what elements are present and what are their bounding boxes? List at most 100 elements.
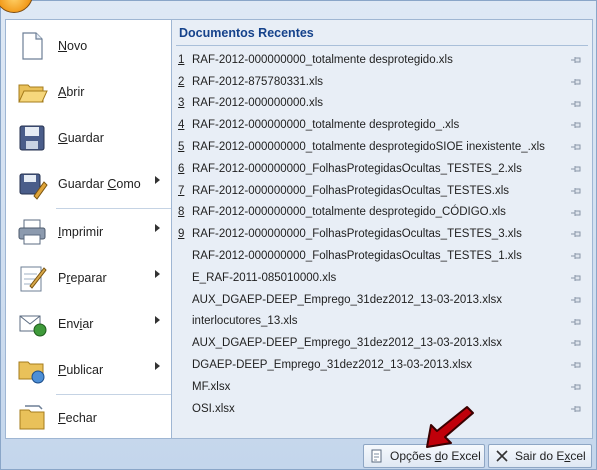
pin-icon[interactable] bbox=[570, 317, 582, 327]
menu-label-publicar: Publicar bbox=[58, 363, 104, 377]
recent-item-filename: RAF-2012-000000000_totalmente desprotegi… bbox=[192, 53, 453, 66]
menu-separator bbox=[56, 208, 172, 209]
recent-document-item[interactable]: RAF-2012-000000000_FolhasProtegidasOcult… bbox=[172, 245, 592, 267]
recent-item-number: 1 bbox=[178, 53, 185, 66]
send-icon bbox=[19, 315, 47, 337]
recent-title-divider bbox=[176, 45, 588, 46]
recent-document-item[interactable]: 2 RAF-2012-875780331.xls bbox=[172, 71, 592, 93]
recent-item-number: 5 bbox=[178, 141, 185, 154]
recent-document-item[interactable]: DGAEP-DEEP_Emprego_31dez2012_13-03-2013.… bbox=[172, 354, 592, 376]
recent-item-filename: RAF-2012-875780331.xls bbox=[192, 75, 324, 88]
exit-excel-label: Sair do Excel bbox=[515, 449, 586, 463]
menu-label-novo: Novo bbox=[58, 39, 88, 53]
save-disk-icon bbox=[19, 125, 45, 151]
exit-excel-button[interactable]: Sair do Excel bbox=[488, 444, 592, 468]
recent-item-number: 9 bbox=[178, 228, 185, 241]
pin-icon[interactable] bbox=[570, 229, 582, 239]
pin-icon[interactable] bbox=[570, 382, 582, 392]
recent-item-number: 4 bbox=[178, 119, 185, 132]
menu-item-guardar-como[interactable]: Guardar Como bbox=[6, 162, 172, 206]
recent-item-filename: RAF-2012-000000000.xls bbox=[192, 97, 324, 110]
excel-options-label: Opções do Excel bbox=[390, 449, 481, 463]
prepare-icon bbox=[20, 266, 47, 292]
office-button-orb[interactable] bbox=[0, 0, 33, 13]
submenu-arrow-icon bbox=[155, 316, 160, 324]
menu-label-imprimir: Imprimir bbox=[58, 225, 104, 239]
recent-item-filename: RAF-2012-000000000_FolhasProtegidasOcult… bbox=[192, 184, 510, 197]
recent-item-filename: AUX_DGAEP-DEEP_Emprego_31dez2012_13-03-2… bbox=[192, 293, 503, 306]
recent-document-item[interactable]: MF.xlsx bbox=[172, 376, 592, 398]
recent-document-item[interactable]: 1 RAF-2012-000000000_totalmente desproteg… bbox=[172, 49, 592, 71]
recent-item-filename: E_RAF-2011-085010000.xls bbox=[192, 271, 337, 284]
recent-item-number: 8 bbox=[178, 206, 185, 219]
menu-label-guardar-como: Guardar Como bbox=[58, 177, 141, 191]
menu-item-imprimir[interactable]: Imprimir bbox=[6, 210, 172, 254]
recent-document-item[interactable]: OSI.xlsx bbox=[172, 398, 592, 420]
submenu-arrow-icon bbox=[155, 224, 160, 232]
recent-item-number: 3 bbox=[178, 97, 185, 110]
recent-item-filename: MF.xlsx bbox=[192, 380, 231, 393]
save-as-icon bbox=[19, 173, 48, 200]
recent-document-item[interactable]: 4 RAF-2012-000000000_totalmente desproteg… bbox=[172, 114, 592, 136]
recent-item-filename: interlocutores_13.xls bbox=[192, 315, 298, 328]
menu-item-preparar[interactable]: Preparar bbox=[6, 256, 172, 300]
pin-icon[interactable] bbox=[570, 208, 582, 218]
recent-document-item[interactable]: 5 RAF-2012-000000000_totalmente desproteg… bbox=[172, 136, 592, 158]
options-document-icon bbox=[371, 449, 382, 463]
pin-icon[interactable] bbox=[570, 404, 582, 414]
excel-options-button[interactable]: Opções do Excel bbox=[363, 444, 485, 468]
recent-item-filename: RAF-2012-000000000_totalmente desprotegi… bbox=[192, 206, 506, 219]
recent-item-filename: RAF-2012-000000000_totalmente desprotegi… bbox=[192, 141, 545, 154]
menu-item-novo[interactable]: Novo bbox=[6, 24, 172, 68]
menu-item-enviar[interactable]: Enviar bbox=[6, 302, 172, 346]
recent-document-item[interactable]: 9 RAF-2012-000000000_FolhasProtegidasOcul… bbox=[172, 223, 592, 245]
pin-icon[interactable] bbox=[570, 55, 582, 65]
pin-icon[interactable] bbox=[570, 120, 582, 130]
recent-documents-list: 1 RAF-2012-000000000_totalmente desproteg… bbox=[172, 49, 592, 420]
recent-documents-pane: Documentos Recentes 1 RAF-2012-000000000_… bbox=[171, 19, 593, 439]
recent-document-item[interactable]: AUX_DGAEP-DEEP_Emprego_31dez2012_13-03-2… bbox=[172, 332, 592, 354]
recent-item-filename: RAF-2012-000000000_FolhasProtegidasOcult… bbox=[192, 250, 522, 263]
recent-document-item[interactable]: 6 RAF-2012-000000000_FolhasProtegidasOcul… bbox=[172, 158, 592, 180]
menu-item-abrir[interactable]: Abrir bbox=[6, 70, 172, 114]
recent-item-number: 7 bbox=[178, 184, 185, 197]
recent-item-filename: OSI.xlsx bbox=[192, 402, 235, 415]
menu-separator bbox=[56, 394, 172, 395]
pin-icon[interactable] bbox=[570, 360, 582, 370]
recent-document-item[interactable]: AUX_DGAEP-DEEP_Emprego_31dez2012_13-03-2… bbox=[172, 289, 592, 311]
recent-item-filename: RAF-2012-000000000_FolhasProtegidasOcult… bbox=[192, 228, 522, 241]
submenu-arrow-icon bbox=[155, 270, 160, 278]
recent-document-item[interactable]: interlocutores_13.xls bbox=[172, 311, 592, 333]
pin-icon[interactable] bbox=[570, 164, 582, 174]
recent-document-item[interactable]: 3 RAF-2012-000000000.xls bbox=[172, 93, 592, 115]
pin-icon[interactable] bbox=[570, 142, 582, 152]
printer-icon bbox=[18, 219, 46, 245]
menu-label-preparar: Preparar bbox=[58, 271, 107, 285]
pin-icon[interactable] bbox=[570, 77, 582, 87]
menu-item-guardar[interactable]: Guardar bbox=[6, 116, 172, 160]
recent-item-filename: AUX_DGAEP-DEEP_Emprego_31dez2012_13-03-2… bbox=[192, 337, 503, 350]
pin-icon[interactable] bbox=[570, 295, 582, 305]
publish-icon bbox=[18, 361, 45, 384]
pin-icon[interactable] bbox=[570, 99, 582, 109]
menu-label-abrir: Abrir bbox=[58, 85, 85, 99]
new-document-icon bbox=[22, 32, 43, 60]
pin-icon[interactable] bbox=[570, 273, 582, 283]
left-menu: Novo Abrir Guardar Guardar Como Imprimir… bbox=[5, 19, 172, 440]
submenu-arrow-icon bbox=[155, 362, 160, 370]
recent-item-number: 6 bbox=[178, 162, 185, 175]
recent-documents-title: Documentos Recentes bbox=[179, 26, 314, 40]
recent-item-filename: RAF-2012-000000000_totalmente desprotegi… bbox=[192, 119, 460, 132]
menu-label-guardar: Guardar bbox=[58, 131, 104, 145]
menu-label-enviar: Enviar bbox=[58, 317, 94, 331]
pin-icon[interactable] bbox=[570, 338, 582, 348]
pin-icon[interactable] bbox=[570, 186, 582, 196]
menu-item-publicar[interactable]: Publicar bbox=[6, 348, 172, 392]
recent-document-item[interactable]: 8 RAF-2012-000000000_totalmente desproteg… bbox=[172, 202, 592, 224]
submenu-arrow-icon bbox=[155, 176, 160, 184]
recent-item-filename: RAF-2012-000000000_FolhasProtegidasOcult… bbox=[192, 162, 522, 175]
recent-document-item[interactable]: E_RAF-2011-085010000.xls bbox=[172, 267, 592, 289]
pin-icon[interactable] bbox=[570, 251, 582, 261]
menu-item-fechar[interactable]: Fechar bbox=[6, 396, 172, 440]
recent-document-item[interactable]: 7 RAF-2012-000000000_FolhasProtegidasOcul… bbox=[172, 180, 592, 202]
